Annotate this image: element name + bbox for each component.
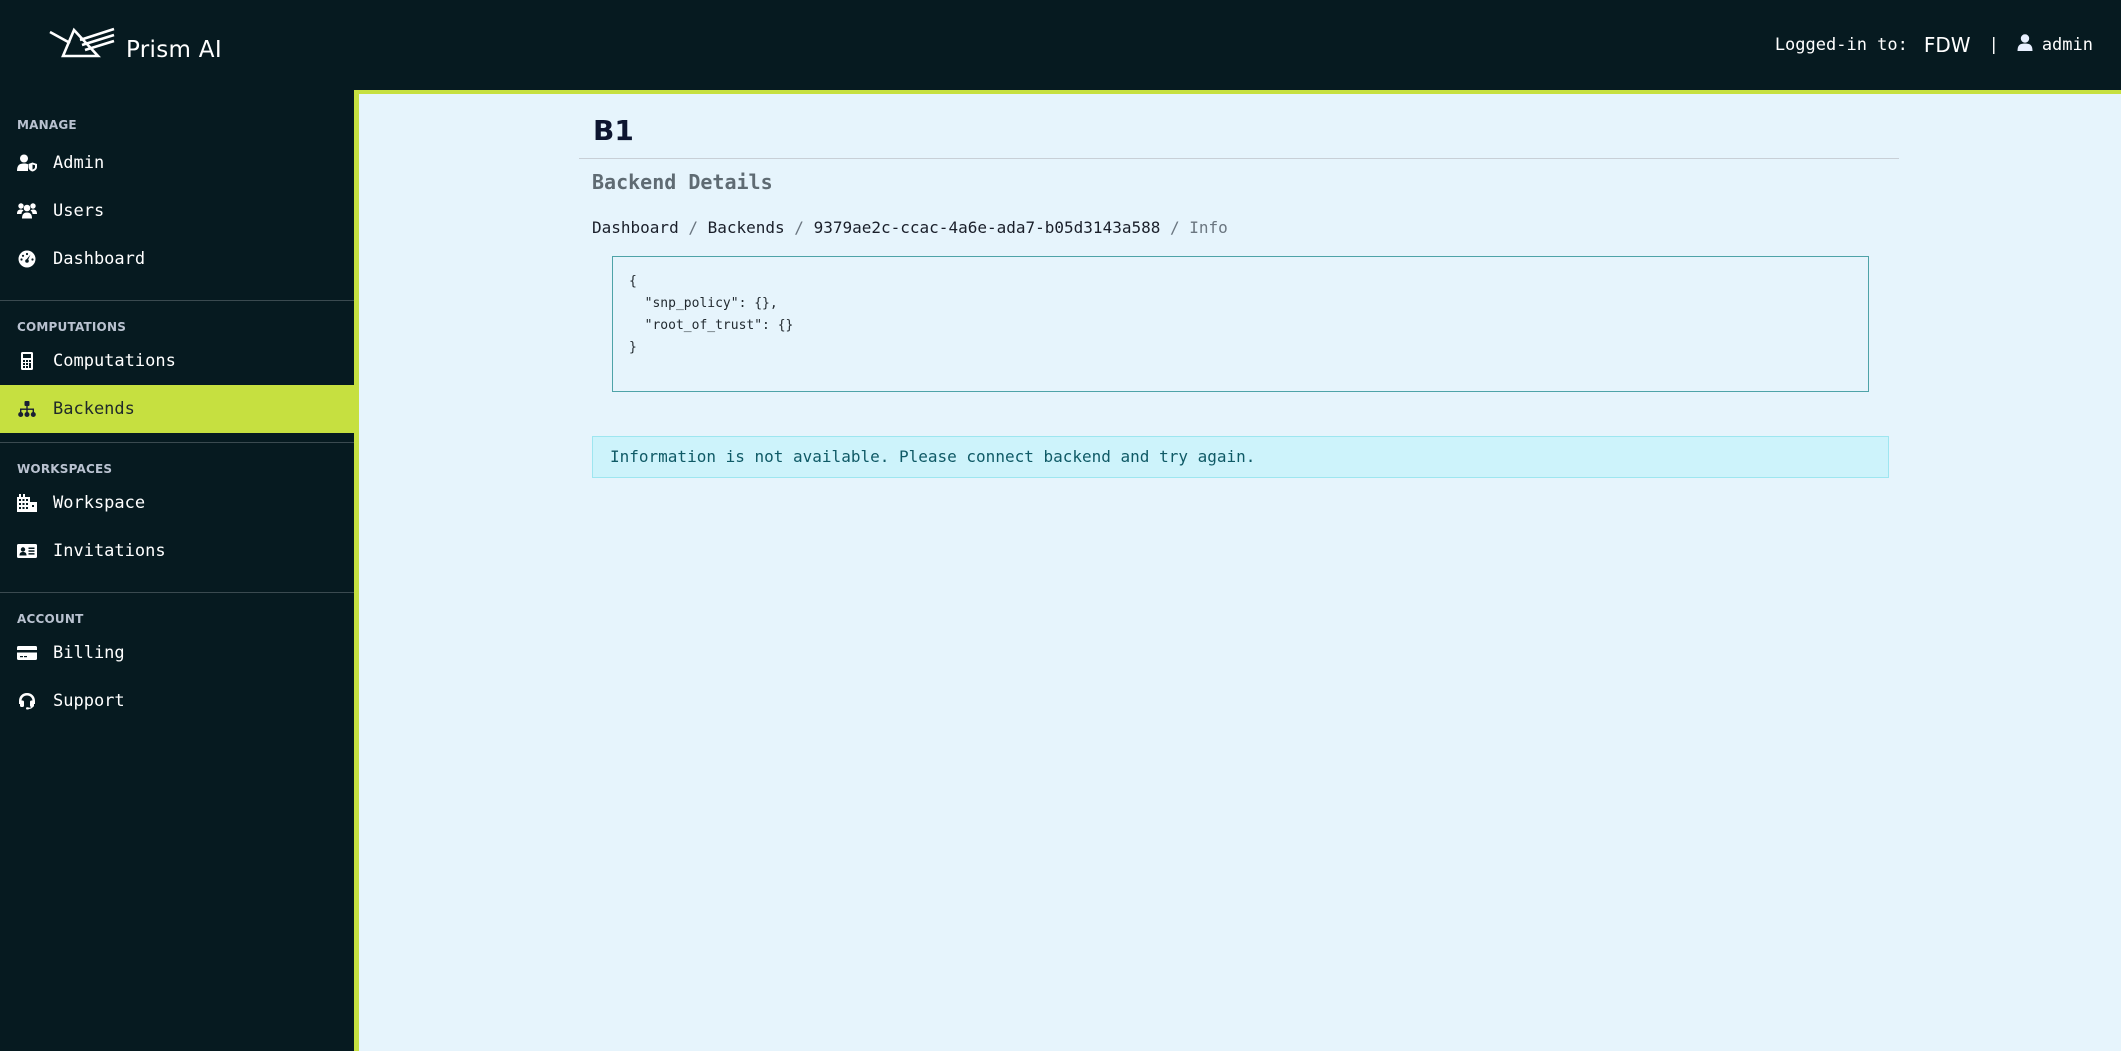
section-title-manage: MANAGE (17, 118, 77, 132)
top-bar: Prism AI Logged-in to: FDW | admin (0, 0, 2121, 90)
breadcrumb-separator: / (678, 218, 708, 237)
page-subtitle: Backend Details (592, 170, 773, 194)
logged-in-label: Logged-in to: (1774, 35, 1908, 55)
sidebar-item-label: Backends (53, 399, 135, 419)
sidebar-item-workspace[interactable]: Workspace (0, 479, 354, 527)
sidebar-section-computations: COMPUTATIONS Computations Backends (0, 301, 358, 442)
breadcrumb-dashboard[interactable]: Dashboard (592, 218, 679, 237)
section-title-computations: COMPUTATIONS (17, 320, 127, 334)
sidebar-item-support[interactable]: Support (0, 677, 354, 725)
sidebar-section-workspaces: WORKSPACES Workspace Invitations (0, 443, 354, 592)
prism-logo-icon (48, 26, 116, 66)
sidebar-item-invitations[interactable]: Invitations (0, 527, 354, 575)
user-shield-icon (17, 153, 37, 173)
breadcrumb-backends[interactable]: Backends (708, 218, 785, 237)
breadcrumb: Dashboard / Backends / 9379ae2c-ccac-4a6… (592, 218, 1228, 237)
headset-icon (17, 691, 37, 711)
sidebar-item-billing[interactable]: Billing (0, 629, 354, 677)
sidebar-item-label: Computations (53, 351, 176, 371)
sidebar-item-dashboard[interactable]: Dashboard (0, 235, 354, 283)
organization-name[interactable]: FDW (1924, 33, 1971, 57)
section-title-workspaces: WORKSPACES (17, 462, 113, 476)
breadcrumb-separator: / (784, 218, 814, 237)
sidebar-item-label: Workspace (53, 493, 146, 513)
sidebar-item-backends[interactable]: Backends (0, 385, 358, 433)
sidebar-item-label: Support (53, 691, 125, 711)
login-status: Logged-in to: FDW | admin (1775, 30, 2093, 60)
brand[interactable]: Prism AI (48, 26, 222, 66)
title-divider (579, 158, 1899, 159)
main-content: B1 Backend Details Dashboard / Backends … (354, 90, 2121, 1051)
breadcrumb-current: Info (1189, 218, 1228, 237)
id-card-icon (17, 541, 37, 561)
building-icon (17, 493, 37, 513)
breadcrumb-separator: / (1160, 218, 1190, 237)
sitemap-icon (17, 399, 37, 419)
brand-name: Prism AI (126, 37, 222, 63)
info-alert: Information is not available. Please con… (592, 436, 1889, 478)
sidebar-item-users[interactable]: Users (0, 187, 354, 235)
sidebar-section-account: ACCOUNT Billing Support (0, 593, 354, 725)
sidebar-item-label: Dashboard (53, 249, 146, 269)
sidebar-item-label: Billing (53, 643, 125, 663)
section-title-account: ACCOUNT (17, 612, 84, 626)
breadcrumb-backend-id[interactable]: 9379ae2c-ccac-4a6e-ada7-b05d3143a588 (814, 218, 1161, 237)
credit-card-icon (17, 643, 37, 663)
users-icon (17, 201, 37, 221)
sidebar: MANAGE Admin Users Dashboard COMPUTATION… (0, 90, 358, 1051)
username: admin (2041, 35, 2093, 55)
calculator-icon (17, 351, 37, 371)
gauge-icon (17, 249, 37, 269)
sidebar-item-admin[interactable]: Admin (0, 139, 354, 187)
sidebar-item-label: Invitations (53, 541, 166, 561)
sidebar-item-label: Users (53, 201, 105, 221)
sidebar-section-manage: MANAGE Admin Users Dashboard (0, 90, 354, 300)
sidebar-item-label: Admin (53, 153, 105, 173)
backend-info-json: { "snp_policy": {}, "root_of_trust": {} … (612, 256, 1869, 392)
user-menu[interactable]: admin (2017, 34, 2093, 56)
sidebar-item-computations[interactable]: Computations (0, 337, 354, 385)
page-title: B1 (593, 114, 634, 147)
header-separator: | (1988, 35, 1999, 55)
user-icon (2017, 34, 2042, 56)
